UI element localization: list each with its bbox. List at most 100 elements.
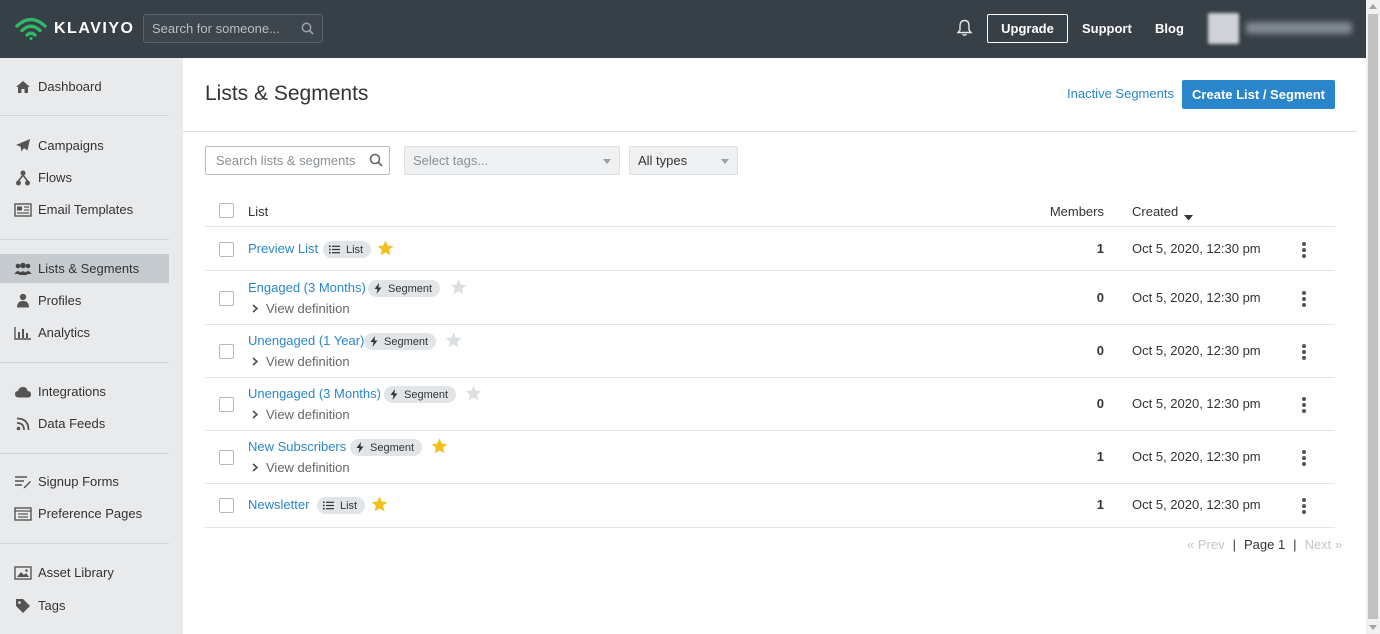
top-search-input[interactable] — [144, 21, 294, 36]
more-options-icon[interactable] — [1301, 497, 1307, 515]
list-name-link[interactable]: Newsletter — [248, 497, 309, 512]
list-name-link[interactable]: Preview List — [248, 241, 318, 256]
more-options-icon[interactable] — [1301, 449, 1307, 467]
star-icon[interactable] — [450, 279, 467, 298]
list-name-link[interactable]: Unengaged (3 Months) — [248, 386, 381, 401]
sidebar-item-analytics[interactable]: Analytics — [0, 318, 169, 347]
sidebar-item-label: Data Feeds — [38, 416, 106, 431]
chevron-down-icon — [603, 159, 611, 164]
created-date: Oct 5, 2020, 12:30 pm — [1132, 290, 1261, 305]
row-checkbox[interactable] — [219, 397, 234, 412]
view-definition-label: View definition — [266, 460, 350, 475]
row-checkbox[interactable] — [219, 450, 234, 465]
star-icon[interactable] — [371, 496, 388, 515]
type-badge-label: Segment — [370, 441, 415, 454]
star-icon[interactable] — [431, 438, 448, 457]
type-badge: List — [317, 497, 366, 514]
sort-down-icon[interactable] — [1184, 209, 1193, 224]
logo-text: KLAVIYO — [54, 20, 135, 37]
header-divider — [183, 131, 1357, 132]
sidebar-item-tags[interactable]: Tags — [0, 591, 169, 620]
tags-select-placeholder: Select tags... — [413, 153, 489, 168]
list-search-box[interactable] — [205, 146, 390, 175]
tags-select[interactable]: Select tags... — [404, 146, 620, 175]
sidebar-item-label: Campaigns — [38, 138, 104, 153]
image-icon — [14, 565, 32, 581]
search-icon[interactable] — [301, 22, 314, 38]
row-checkbox[interactable] — [219, 291, 234, 306]
create-list-segment-button[interactable]: Create List / Segment — [1182, 80, 1335, 109]
view-definition-toggle[interactable]: View definition — [252, 354, 350, 369]
sidebar-item-lists-segments[interactable]: Lists & Segments — [0, 254, 169, 283]
sidebar-item-asset-library[interactable]: Asset Library — [0, 558, 169, 587]
pagination-separator: | — [1232, 537, 1236, 552]
sidebar-item-signup-forms[interactable]: Signup Forms — [0, 467, 169, 496]
account-name-blurred[interactable] — [1246, 22, 1352, 34]
sidebar-divider — [0, 239, 169, 240]
more-options-icon[interactable] — [1301, 241, 1307, 259]
type-select[interactable]: All types — [629, 146, 738, 175]
list-search-input[interactable] — [206, 147, 361, 174]
sidebar-item-profiles[interactable]: Profiles — [0, 286, 169, 315]
row-checkbox[interactable] — [219, 344, 234, 359]
type-badge-label: Segment — [404, 388, 449, 401]
top-search-box[interactable] — [143, 14, 323, 43]
sidebar-item-label: Tags — [38, 598, 66, 613]
table-row: Engaged (3 Months) Segment View definiti… — [205, 272, 1335, 325]
view-definition-toggle[interactable]: View definition — [252, 301, 350, 316]
sidebar-item-label: Integrations — [38, 384, 106, 399]
more-options-icon[interactable] — [1301, 396, 1307, 414]
members-count: 0 — [1096, 396, 1104, 411]
sidebar-item-preference-pages[interactable]: Preference Pages — [0, 499, 169, 528]
column-header-created[interactable]: Created — [1132, 204, 1178, 219]
created-date: Oct 5, 2020, 12:30 pm — [1132, 241, 1261, 256]
table-row: Unengaged (1 Year) Segment View definiti… — [205, 325, 1335, 378]
row-checkbox[interactable] — [219, 242, 234, 257]
sidebar-item-data-feeds[interactable]: Data Feeds — [0, 409, 169, 438]
more-options-icon[interactable] — [1301, 343, 1307, 361]
star-icon[interactable] — [377, 240, 394, 259]
column-header-list[interactable]: List — [248, 204, 268, 219]
search-icon[interactable] — [369, 153, 383, 170]
sidebar-item-label: Flows — [38, 170, 72, 185]
support-link[interactable]: Support — [1082, 21, 1132, 36]
avatar[interactable] — [1208, 13, 1239, 44]
members-count: 1 — [1096, 241, 1104, 256]
members-count: 0 — [1096, 290, 1104, 305]
view-definition-toggle[interactable]: View definition — [252, 407, 350, 422]
sidebar-item-integrations[interactable]: Integrations — [0, 377, 169, 406]
scroll-up-arrow[interactable] — [1369, 4, 1377, 9]
table-row: New Subscribers Segment View definition … — [205, 431, 1335, 484]
sidebar-item-campaigns[interactable]: Campaigns — [0, 131, 169, 160]
scroll-down-arrow[interactable] — [1369, 625, 1377, 630]
select-all-checkbox[interactable] — [219, 203, 234, 218]
column-header-members[interactable]: Members — [1005, 204, 1104, 219]
view-definition-label: View definition — [266, 301, 350, 316]
type-badge-label: List — [340, 499, 358, 512]
star-icon[interactable] — [465, 385, 482, 404]
sidebar-item-email-templates[interactable]: Email Templates — [0, 195, 169, 224]
more-options-icon[interactable] — [1301, 290, 1307, 308]
sidebar-item-flows[interactable]: Flows — [0, 163, 169, 192]
type-badge: Segment — [384, 386, 457, 403]
flow-icon — [14, 170, 32, 186]
list-name-link[interactable]: Unengaged (1 Year) — [248, 333, 364, 348]
vertical-scrollbar[interactable] — [1366, 0, 1380, 634]
list-icon — [323, 501, 334, 510]
row-checkbox[interactable] — [219, 498, 234, 513]
star-icon[interactable] — [445, 332, 462, 351]
view-definition-toggle[interactable]: View definition — [252, 460, 350, 475]
list-name-link[interactable]: New Subscribers — [248, 439, 346, 454]
lightning-icon — [370, 336, 378, 347]
next-page-link[interactable]: Next » — [1305, 537, 1343, 552]
blog-link[interactable]: Blog — [1155, 21, 1184, 36]
sidebar-item-dashboard[interactable]: Dashboard — [0, 72, 169, 101]
inactive-segments-link[interactable]: Inactive Segments — [1067, 86, 1174, 101]
klaviyo-logo[interactable]: KLAVIYO — [14, 0, 134, 58]
prev-page-link[interactable]: « Prev — [1187, 537, 1225, 552]
upgrade-button[interactable]: Upgrade — [987, 14, 1068, 43]
bell-icon[interactable] — [956, 19, 973, 40]
scrollbar-thumb[interactable] — [1368, 14, 1378, 619]
chevron-right-icon — [252, 304, 258, 313]
list-name-link[interactable]: Engaged (3 Months) — [248, 280, 366, 295]
